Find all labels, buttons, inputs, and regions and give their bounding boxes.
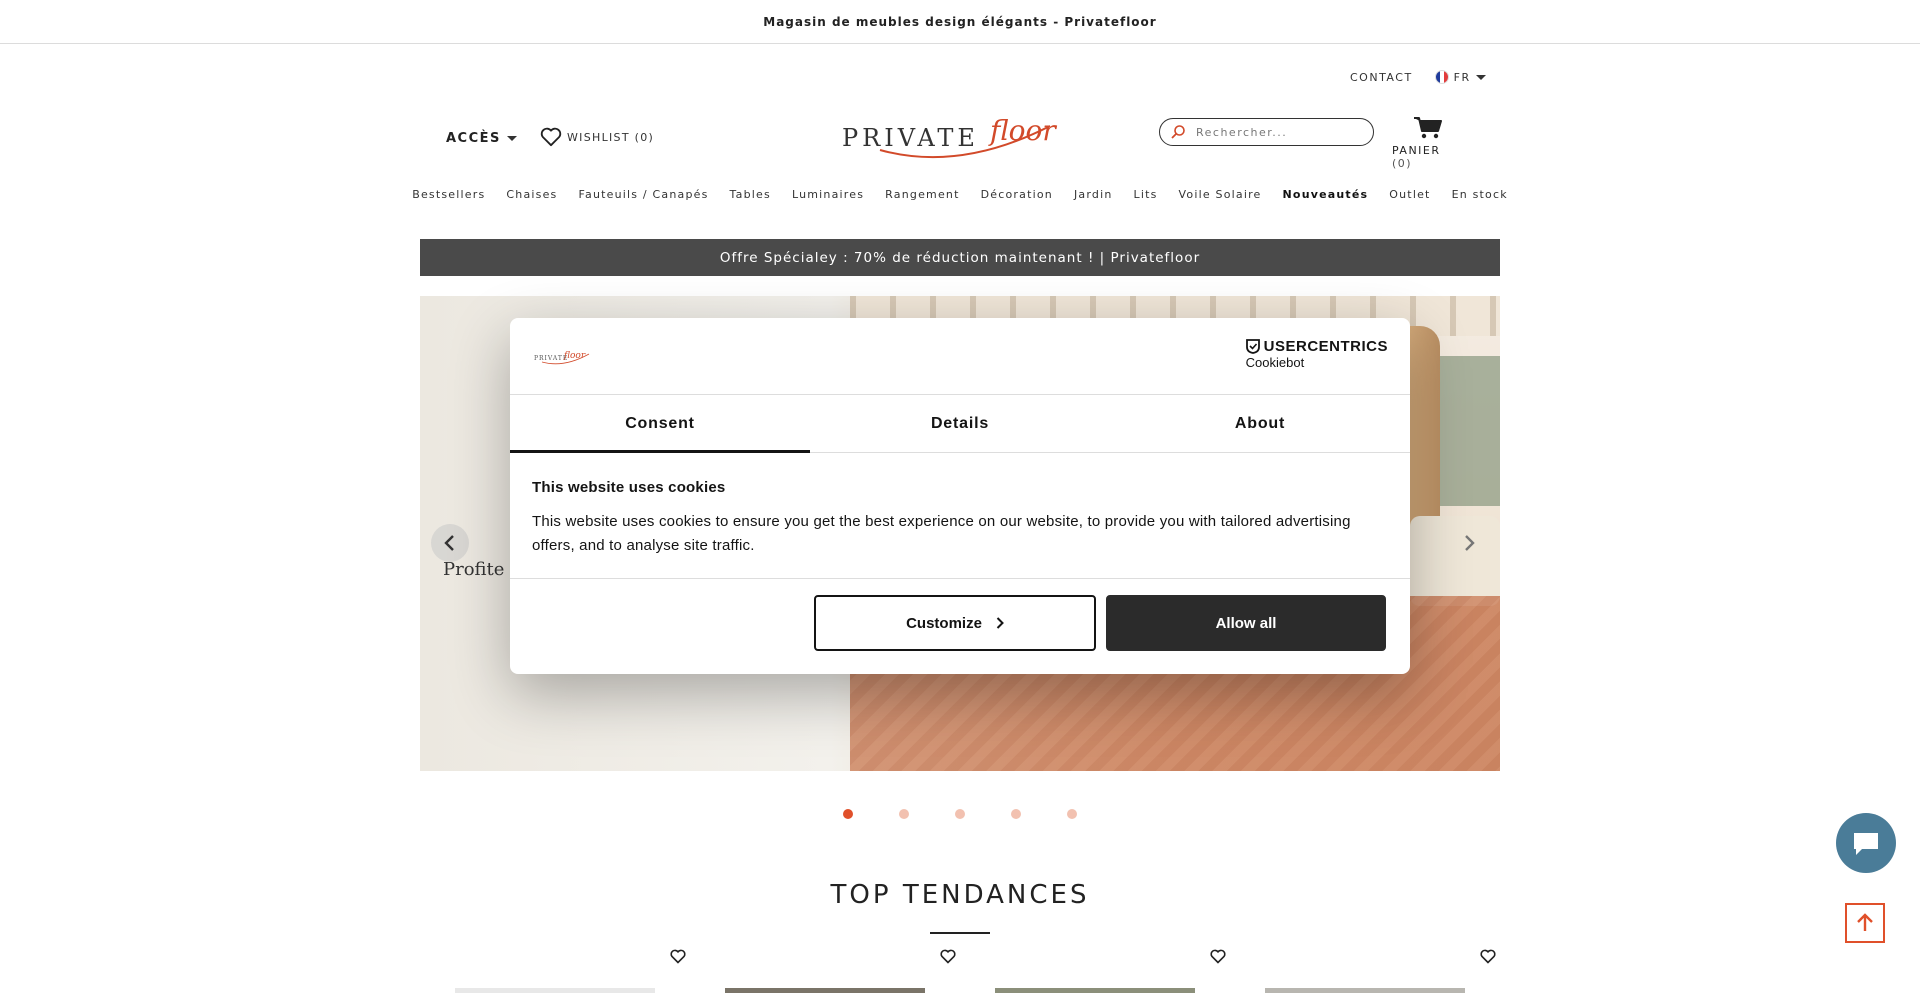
cart-count: (0) [1392,157,1413,170]
arrow-up-icon [1857,913,1873,931]
product-image[interactable] [1265,988,1465,993]
section-divider [930,932,990,934]
search-bar[interactable] [1159,118,1374,146]
wishlist-heart-icon[interactable] [940,949,956,964]
wishlist-heart-icon[interactable] [670,949,686,964]
nav-item-chaises[interactable]: Chaises [496,188,568,201]
wishlist-heart-icon[interactable] [1210,949,1226,964]
cookiebot-label: Cookiebot [1245,355,1305,370]
nav-item-jardin[interactable]: Jardin [1063,188,1123,201]
allow-all-button[interactable]: Allow all [1106,595,1386,651]
nav-item-bestsellers[interactable]: Bestsellers [402,188,496,201]
nav-item-tables[interactable]: Tables [719,188,781,201]
nav-item-en-stock[interactable]: En stock [1441,188,1518,201]
nav-item-nouveautes[interactable]: Nouveautés [1272,188,1379,201]
product-image[interactable] [995,988,1195,993]
cart-icon [1414,117,1442,139]
wishlist-heart-icon[interactable] [1480,949,1496,964]
acces-menu[interactable]: ACCÈS [446,131,517,146]
tab-consent[interactable]: Consent [510,395,810,453]
slider-dot[interactable] [955,809,965,819]
chat-button[interactable] [1836,813,1896,873]
usercentrics-logo: USERCENTRICS Cookiebot [1246,338,1388,370]
cookie-consent-dialog: PRIVATE floor USERCENTRICS Cookiebot Con… [510,318,1410,674]
nav-item-rangement[interactable]: Rangement [875,188,970,201]
cart-link[interactable]: PANIER (0) [1392,116,1464,170]
logo-graphic: PRIVATE floor [842,114,1057,159]
svg-text:floor: floor [988,114,1057,147]
slider-dot[interactable] [1011,809,1021,819]
dialog-body: This website uses cookies This website u… [510,453,1410,579]
heart-icon [540,127,562,147]
nav-item-voile-solaire[interactable]: Voile Solaire [1168,188,1272,201]
slider-dot[interactable] [843,809,853,819]
dialog-tabs: Consent Details About [510,395,1410,453]
svg-text:PRIVATE: PRIVATE [842,124,979,152]
section-title: TOP TENDANCES [830,880,1090,910]
slider-dots [0,809,1920,819]
dialog-header: PRIVATE floor USERCENTRICS Cookiebot [510,318,1410,395]
svg-text:floor: floor [563,351,586,361]
search-input[interactable] [1196,125,1356,139]
nav-item-luminaires[interactable]: Luminaires [781,188,874,201]
chevron-right-icon [996,617,1004,629]
chevron-left-icon [444,535,454,551]
shield-icon [1245,339,1260,354]
tab-about[interactable]: About [1110,395,1410,452]
wishlist-link[interactable]: WISHLIST (0) [540,127,654,147]
nav-item-fauteuils-canapes[interactable]: Fauteuils / Canapés [568,188,719,201]
wishlist-label: WISHLIST (0) [567,130,655,144]
nav-item-lits[interactable]: Lits [1123,188,1168,201]
nav-item-outlet[interactable]: Outlet [1379,188,1441,201]
announcement-text: Magasin de meubles design élégants - Pri… [763,14,1157,29]
dialog-text: This website uses cookies to ensure you … [532,513,1351,554]
privatefloor-small-logo: PRIVATE floor [534,351,590,365]
slider-next-button[interactable] [1450,524,1488,562]
chevron-down-icon [1475,74,1486,80]
chevron-down-icon [506,136,517,141]
chat-bubble-icon [1854,833,1878,855]
utility-links: CONTACT FR [1350,70,1486,84]
acces-label: ACCÈS [446,131,501,146]
nav-item-decoration[interactable]: Décoration [970,188,1063,201]
promo-banner[interactable]: Offre Spécialey : 70% de réduction maint… [420,239,1500,276]
chevron-right-icon [1465,535,1475,551]
announcement-bar: Magasin de meubles design élégants - Pri… [0,0,1920,44]
slider-prev-button[interactable] [431,524,469,562]
language-selector[interactable]: FR [1434,70,1486,84]
product-image[interactable] [455,988,655,993]
privatefloor-logo[interactable]: PRIVATE floor [840,112,1080,164]
dialog-heading: This website uses cookies [532,479,726,496]
hero-caption: Profite [443,559,505,580]
customize-button[interactable]: Customize [814,595,1096,651]
language-label: FR [1453,70,1471,84]
product-image[interactable] [725,988,925,993]
promo-text: Offre Spécialey : 70% de réduction maint… [719,249,1201,266]
back-to-top-button[interactable] [1845,903,1885,943]
slider-dot[interactable] [1067,809,1077,819]
tab-details[interactable]: Details [810,395,1110,452]
contact-link[interactable]: CONTACT [1350,71,1413,84]
dialog-footer: Customize Allow all [510,579,1410,651]
search-icon[interactable] [1170,124,1186,140]
cart-label: PANIER [1392,144,1441,157]
customize-label: Customize [906,614,982,632]
usercentrics-label: USERCENTRICS [1263,338,1388,355]
french-flag-icon [1434,70,1449,84]
allow-all-label: Allow all [1215,614,1277,632]
main-nav: Bestsellers Chaises Fauteuils / Canapés … [0,188,1920,201]
slider-dot[interactable] [899,809,909,819]
